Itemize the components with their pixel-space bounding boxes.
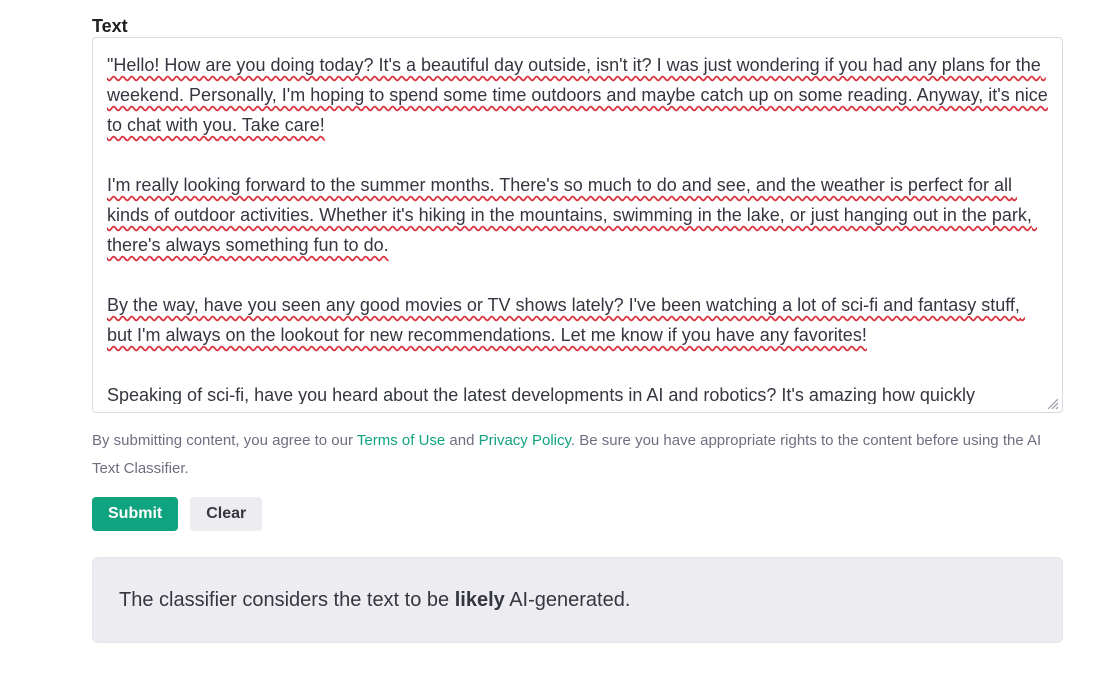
result-verdict: likely: [455, 589, 505, 611]
result-pre: The classifier considers the text to be: [119, 589, 455, 611]
button-row: Submit Clear: [92, 497, 1063, 531]
disclaimer-text: By submitting content, you agree to our …: [92, 427, 1063, 483]
text-input[interactable]: [107, 50, 1048, 404]
clear-button[interactable]: Clear: [190, 497, 262, 531]
terms-of-use-link[interactable]: Terms of Use: [357, 432, 445, 449]
disclaimer-pre: By submitting content, you agree to our: [92, 432, 357, 449]
privacy-policy-link[interactable]: Privacy Policy: [479, 432, 571, 449]
text-input-container: [92, 37, 1063, 413]
resize-handle-icon[interactable]: [1046, 396, 1060, 410]
disclaimer-and: and: [445, 432, 478, 449]
result-card: The classifier considers the text to be …: [92, 557, 1063, 643]
text-field-label: Text: [92, 16, 128, 36]
result-post: AI-generated.: [505, 589, 631, 611]
submit-button[interactable]: Submit: [92, 497, 178, 531]
